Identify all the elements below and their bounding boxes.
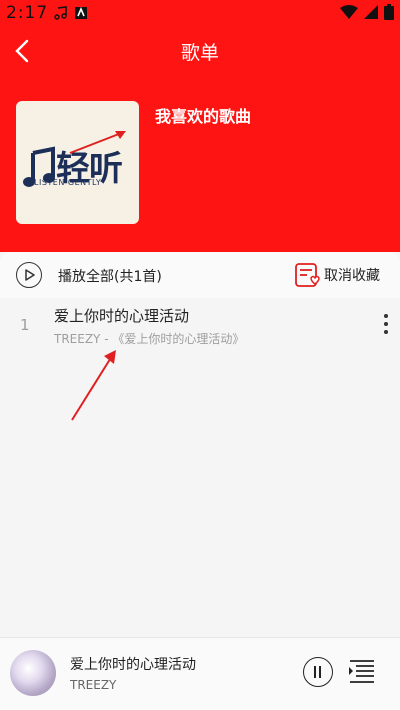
now-playing-artist: TREEZY bbox=[70, 678, 117, 692]
song-index: 1 bbox=[20, 316, 30, 334]
now-playing-title: 爱上你时的心理活动 bbox=[70, 657, 196, 673]
song-subtitle: TREEZY - 《爱上你时的心理活动》 bbox=[54, 332, 245, 346]
playlist-cover: 轻听 LISTEN GENTLY bbox=[16, 101, 139, 224]
playlist-queue-icon[interactable] bbox=[348, 658, 376, 686]
collect-cancel-icon bbox=[295, 263, 320, 287]
album-art-thumbnail[interactable] bbox=[10, 650, 56, 696]
signal-icon bbox=[364, 5, 378, 19]
play-icon bbox=[25, 269, 35, 281]
song-list-item[interactable]: 1 爱上你时的心理活动 TREEZY - 《爱上你时的心理活动》 bbox=[0, 300, 400, 356]
mini-player[interactable]: 爱上你时的心理活动 TREEZY bbox=[0, 637, 400, 710]
play-all-label[interactable]: 播放全部(共1首) bbox=[58, 266, 162, 286]
music-note-icon bbox=[54, 6, 67, 20]
navbar: 歌单 bbox=[0, 30, 400, 70]
app-notification-icon bbox=[75, 6, 87, 19]
cover-annotation-arrow bbox=[69, 131, 126, 154]
status-time: 2:17 bbox=[6, 3, 49, 23]
song-title: 爱上你时的心理活动 bbox=[54, 307, 190, 325]
pause-button[interactable] bbox=[303, 657, 333, 687]
unfavorite-label[interactable]: 取消收藏 bbox=[324, 265, 380, 285]
cover-logo-subtitle: LISTEN GENTLY bbox=[34, 178, 102, 187]
status-icons bbox=[340, 4, 394, 20]
battery-icon bbox=[384, 4, 394, 20]
page-title: 歌单 bbox=[180, 42, 219, 64]
playlist-header: 2:17 歌单 轻听 LISTEN GENTLY 我喜欢的歌曲 bbox=[0, 0, 400, 252]
play-all-row[interactable]: 播放全部(共1首) 取消收藏 bbox=[0, 252, 400, 298]
wifi-icon bbox=[340, 5, 358, 19]
more-options-icon[interactable] bbox=[382, 312, 390, 336]
song-list-panel: 播放全部(共1首) 取消收藏 1 爱上你时的心理活动 TREEZY - 《爱上你… bbox=[0, 252, 400, 637]
unfavorite-button[interactable]: 取消收藏 bbox=[294, 260, 380, 290]
playlist-name: 我喜欢的歌曲 bbox=[155, 107, 252, 126]
play-all-button[interactable] bbox=[16, 262, 42, 288]
status-bar: 2:17 bbox=[0, 0, 400, 28]
